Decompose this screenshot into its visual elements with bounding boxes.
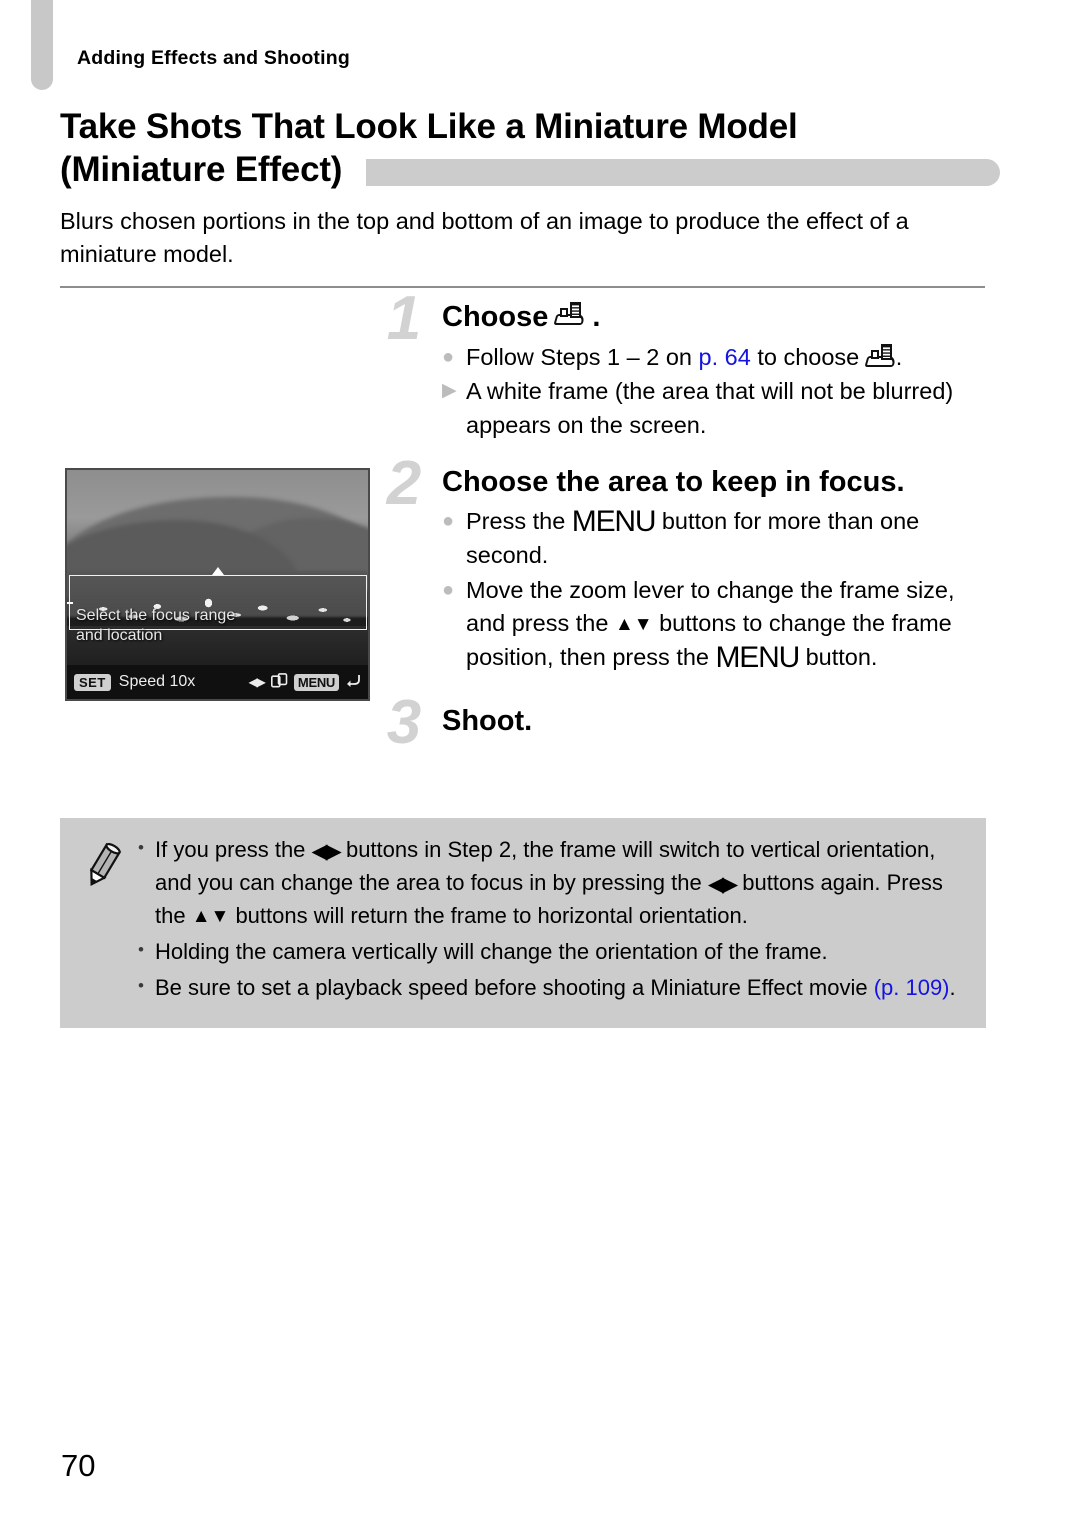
miniature-effect-mode-icon: [864, 343, 897, 368]
step-2-bullet-1-text: Press the MENU button for more than one …: [466, 505, 985, 572]
note-item-1-text: If you press the ◀▶ buttons in Step 2, t…: [155, 834, 964, 931]
pencil-icon: [82, 834, 138, 1008]
menu-button-glyph: MENU: [571, 505, 657, 539]
text-segment: button.: [799, 643, 878, 670]
text-segment: Press the: [466, 508, 572, 535]
note-bullet-icon: •: [138, 939, 144, 959]
text-segment: buttons will return the frame to horizon…: [229, 902, 748, 928]
running-header: Adding Effects and Shooting: [77, 47, 350, 69]
step-2: 2 Choose the area to keep in focus. ● Pr…: [380, 452, 985, 675]
step-1-title-text: Choose: [442, 301, 549, 333]
focus-frame-top-marker-icon: [211, 567, 224, 576]
note-item-3-text: Be sure to set a playback speed before s…: [155, 972, 964, 1003]
triangle-bullet-icon: ▶: [442, 380, 457, 402]
set-key-badge: SET: [74, 673, 111, 691]
screen-instruction-text: Select the focus range and location: [76, 606, 235, 645]
step-2-title-text: Choose the area to keep in focus.: [442, 465, 905, 498]
note-item-1: • If you press the ◀▶ buttons in Step 2,…: [138, 834, 964, 931]
step-2-bullet-2-text: Move the zoom lever to change the frame …: [466, 574, 985, 675]
step-1-title: Choose .: [442, 300, 985, 335]
chapter-tab-marker: [31, 0, 53, 90]
camera-screen-illustration: Select the focus range and location SET …: [65, 468, 370, 701]
step-2-title: Choose the area to keep in focus.: [442, 465, 985, 500]
step-2-bullet-1: ● Press the MENU button for more than on…: [442, 505, 985, 572]
up-down-arrows-icon: ▲▼: [191, 905, 230, 927]
dot-bullet-icon: ●: [442, 345, 455, 368]
miniature-effect-mode-icon: [553, 302, 586, 326]
return-arrow-icon: [345, 673, 361, 692]
dot-bullet-icon: ●: [442, 510, 455, 533]
step-1: 1 Choose . ● Follow Steps 1 – 2 on p. 64…: [380, 288, 985, 443]
step-1-bullet-2-text: A white frame (the area that will not be…: [466, 378, 954, 438]
note-bullet-icon: •: [138, 976, 144, 996]
step-1-bullet-2: ▶ A white frame (the area that will not …: [442, 375, 985, 442]
step-3-title-text: Shoot.: [442, 705, 533, 738]
screen-instruction-line2: and location: [76, 626, 163, 644]
page-title-line2: (Miniature Effect): [60, 149, 343, 189]
step-2-bullet-2: ● Move the zoom lever to change the fram…: [442, 574, 985, 675]
page-title-line1: Take Shots That Look Like a Miniature Mo…: [60, 107, 798, 146]
step-1-number: 1: [386, 284, 422, 353]
step-3-number: 3: [386, 688, 422, 758]
left-right-arrows-icon: ◀▶: [311, 840, 342, 863]
note-item-2-text: Holding the camera vertically will chang…: [155, 938, 828, 964]
title-accent-bar: [366, 158, 1000, 186]
text-segment: to choose: [750, 343, 866, 370]
menu-key-badge: MENU: [293, 673, 339, 691]
note-item-2: • Holding the camera vertically will cha…: [138, 936, 964, 967]
page-link[interactable]: (p. 109): [874, 975, 950, 1000]
note-box: • If you press the ◀▶ buttons in Step 2,…: [60, 818, 986, 1029]
page-link[interactable]: p. 64: [699, 344, 751, 370]
step-3: 3 Shoot.: [380, 692, 985, 754]
text-segment: Be sure to set a playback speed before s…: [155, 975, 874, 1001]
text-segment: .: [949, 975, 956, 1001]
steps-list: 1 Choose . ● Follow Steps 1 – 2 on p. 64…: [380, 288, 985, 754]
step-1-bullet-1: ● Follow Steps 1 – 2 on p. 64 to choose …: [442, 341, 985, 375]
playback-speed-label: Speed 10x: [118, 673, 196, 690]
intro-paragraph: Blurs chosen portions in the top and bot…: [60, 208, 909, 268]
note-items: • If you press the ◀▶ buttons in Step 2,…: [138, 834, 964, 1008]
menu-button-glyph: MENU: [715, 640, 801, 674]
step-3-title: Shoot.: [442, 704, 985, 739]
dot-bullet-icon: ●: [442, 578, 455, 601]
left-right-arrows-icon: ◀▶: [248, 675, 265, 689]
page-number: 70: [61, 1448, 96, 1483]
up-down-arrows-icon: ▲▼: [614, 614, 653, 636]
screen-bottom-bar: SET Speed 10x ◀▶ MENU: [67, 665, 368, 699]
screen-instruction-line1: Select the focus range: [76, 607, 236, 624]
page-title: Take Shots That Look Like a Miniature Mo…: [60, 106, 1000, 191]
step-1-bullet-1-text: Follow Steps 1 – 2 on p. 64 to choose .: [466, 341, 985, 375]
text-segment: Follow Steps 1 – 2 on: [466, 343, 699, 370]
focus-frame-left-marker-icon: [67, 601, 73, 604]
note-bullet-icon: •: [138, 838, 144, 857]
text-segment: .: [895, 343, 903, 370]
section-divider: [60, 286, 985, 288]
switch-orientation-icon: [270, 673, 288, 691]
left-right-arrows-icon: ◀▶: [707, 872, 738, 896]
step-2-number: 2: [386, 448, 422, 518]
note-item-3: • Be sure to set a playback speed before…: [138, 972, 964, 1003]
text-segment: If you press the: [155, 837, 312, 862]
step-1-title-period: .: [592, 301, 601, 333]
